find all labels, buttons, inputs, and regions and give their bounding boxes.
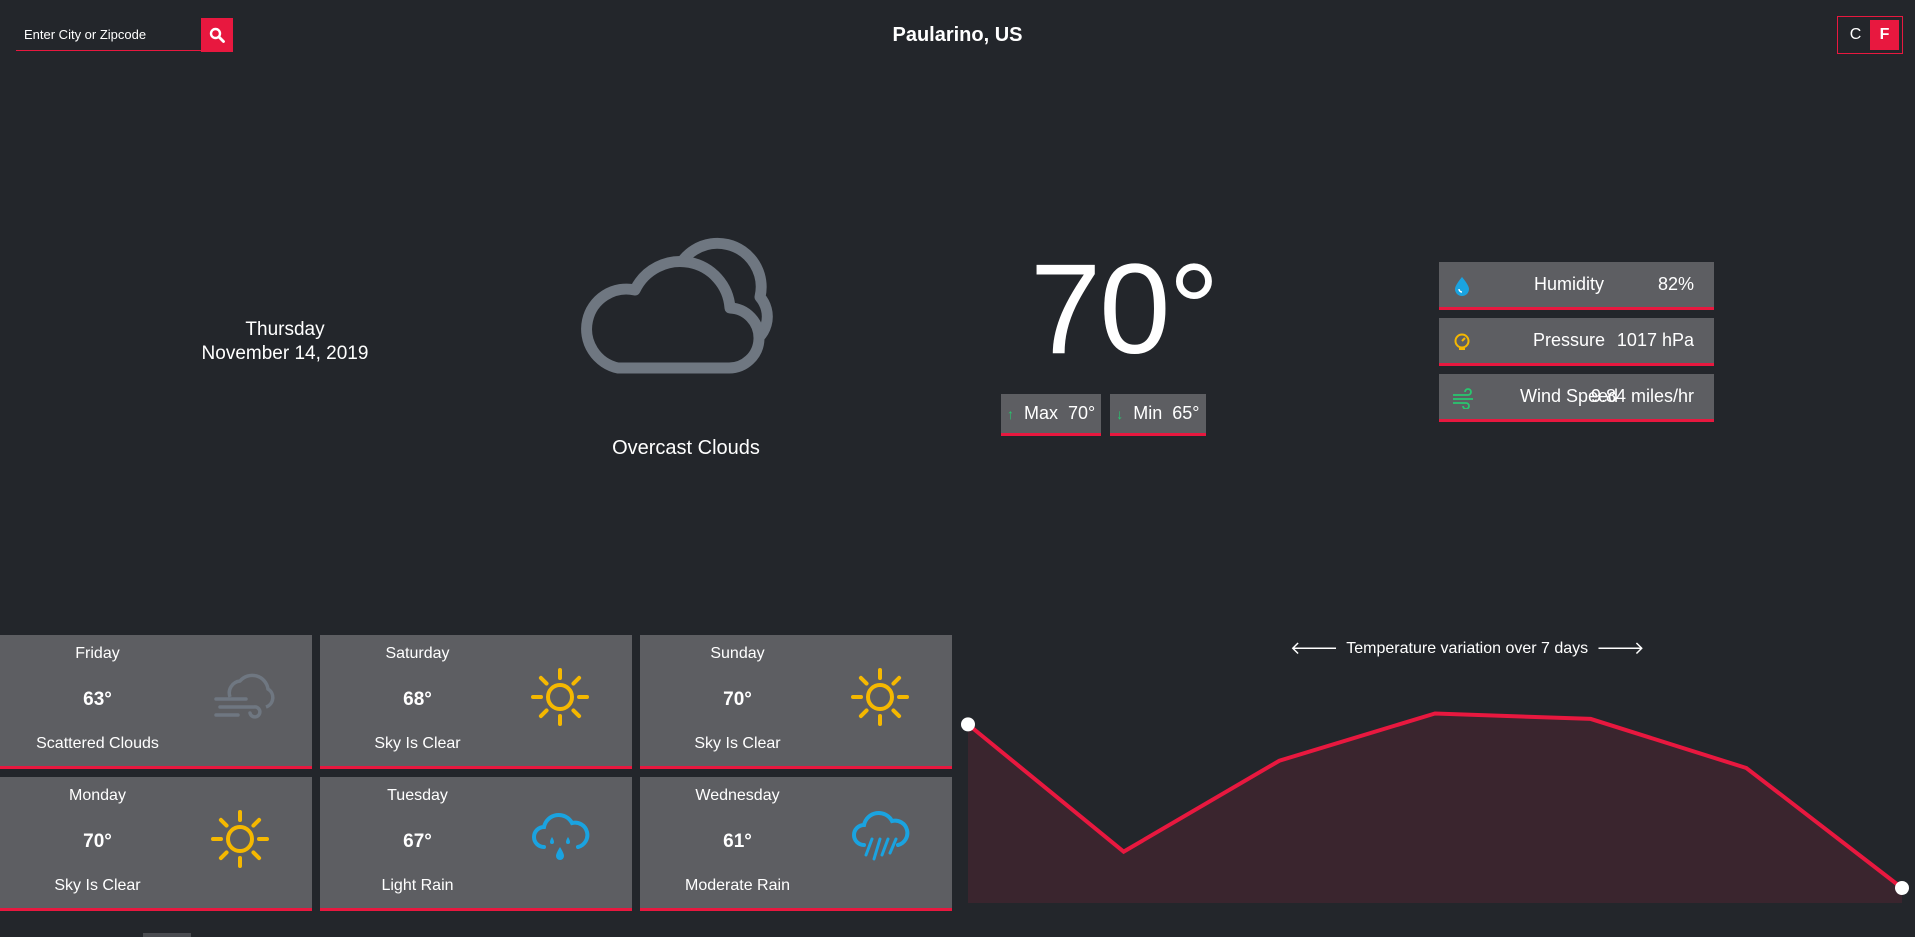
forecast-card-monday[interactable]: Monday 70° Sky Is Clear [0, 777, 312, 911]
stat-pressure: Pressure 1017 hPa [1439, 318, 1714, 366]
sun-icon [851, 668, 909, 726]
current-date-text: November 14, 2019 [201, 343, 369, 364]
scrollbar-thumb[interactable] [143, 933, 191, 937]
chart-header: 🡐 Temperature variation over 7 days 🡒 [1290, 638, 1644, 659]
forecast-card-friday[interactable]: Friday 63° Scattered Clouds [0, 635, 312, 769]
forecast-desc: Sky Is Clear [54, 877, 141, 894]
forecast-temp: 70° [83, 831, 112, 852]
forecast-desc: Sky Is Clear [694, 735, 781, 752]
stat-value: 1017 hPa [1616, 330, 1694, 350]
forecast-desc: Moderate Rain [685, 877, 790, 894]
forecast-desc: Scattered Clouds [36, 735, 159, 752]
forecast-desc: Light Rain [381, 877, 454, 894]
weather-stats: Humidity 82% Pressure 1017 hPa Wind Spee… [1439, 262, 1714, 430]
overcast-clouds-icon [580, 235, 790, 390]
arrow-down-icon: ↓ [1116, 405, 1124, 422]
forecast-card-wednesday[interactable]: Wednesday 61° Moderate Rain [640, 777, 952, 911]
forecast-day: Friday [75, 645, 120, 662]
stat-humidity: Humidity 82% [1439, 262, 1714, 310]
pressure-gauge-icon [1454, 333, 1470, 350]
forecast-temp: 70° [723, 689, 752, 710]
stat-wind-speed: Wind Speed 9.84 miles/hr [1439, 374, 1714, 422]
forecast-desc: Sky Is Clear [374, 735, 461, 752]
min-max-box: ↑ Max 70° ↓ Min 65° [1001, 394, 1206, 436]
forecast-card-tuesday[interactable]: Tuesday 67° Light Rain [320, 777, 632, 911]
forecast-card-sunday[interactable]: Sunday 70° Sky Is Clear [640, 635, 952, 769]
sun-icon [211, 810, 269, 868]
current-date: Thursday November 14, 2019 [185, 318, 385, 366]
forecast-card-saturday[interactable]: Saturday 68° Sky Is Clear [320, 635, 632, 769]
chart-point[interactable] [1895, 881, 1909, 895]
min-label: Min [1133, 403, 1163, 423]
forecast-day: Tuesday [387, 787, 448, 804]
forecast-day: Saturday [385, 645, 450, 662]
temperature-chart [961, 711, 1909, 903]
wind-cloud-icon [214, 673, 275, 719]
stat-value: 82% [1657, 274, 1694, 294]
current-condition: Overcast Clouds [612, 437, 760, 459]
chart-point[interactable] [961, 717, 975, 732]
rain-cloud-icon [532, 812, 590, 860]
chart-next-arrow-icon[interactable]: 🡒 [1596, 638, 1644, 659]
current-temperature: 70° [1030, 238, 1220, 381]
min-temp: ↓ Min 65° [1110, 394, 1206, 436]
arrow-up-icon: ↑ [1007, 405, 1014, 422]
forecast-day: Sunday [710, 645, 765, 662]
humidity-drop-icon [1455, 277, 1469, 296]
stat-label: Humidity [1533, 274, 1604, 294]
location-title: Paularino, US [892, 24, 1023, 46]
forecast-temp: 61° [723, 831, 752, 852]
forecast-grid: Friday 63° Scattered Clouds Saturday 68°… [0, 635, 952, 911]
wind-icon [1453, 388, 1473, 409]
forecast-day: Wednesday [695, 787, 780, 804]
max-label: Max [1024, 403, 1059, 423]
current-day: Thursday [245, 319, 325, 340]
min-value: 65° [1172, 403, 1200, 423]
sun-icon [531, 668, 589, 726]
forecast-day: Monday [69, 787, 126, 804]
heavy-rain-cloud-icon [852, 810, 910, 861]
stat-value: 9.84 miles/hr [1590, 386, 1694, 406]
max-temp: ↑ Max 70° [1001, 394, 1102, 436]
chart-prev-arrow-icon[interactable]: 🡐 [1290, 638, 1338, 659]
max-value: 70° [1068, 403, 1096, 423]
fahrenheit-button[interactable]: F [1870, 20, 1899, 50]
chart-area [968, 713, 1902, 903]
forecast-temp: 68° [403, 689, 432, 710]
forecast-temp: 63° [83, 689, 112, 710]
celsius-button[interactable]: C [1841, 20, 1870, 50]
chart-title: Temperature variation over 7 days [1346, 639, 1589, 657]
unit-toggle: C F [1837, 16, 1903, 54]
forecast-temp: 67° [403, 831, 432, 852]
